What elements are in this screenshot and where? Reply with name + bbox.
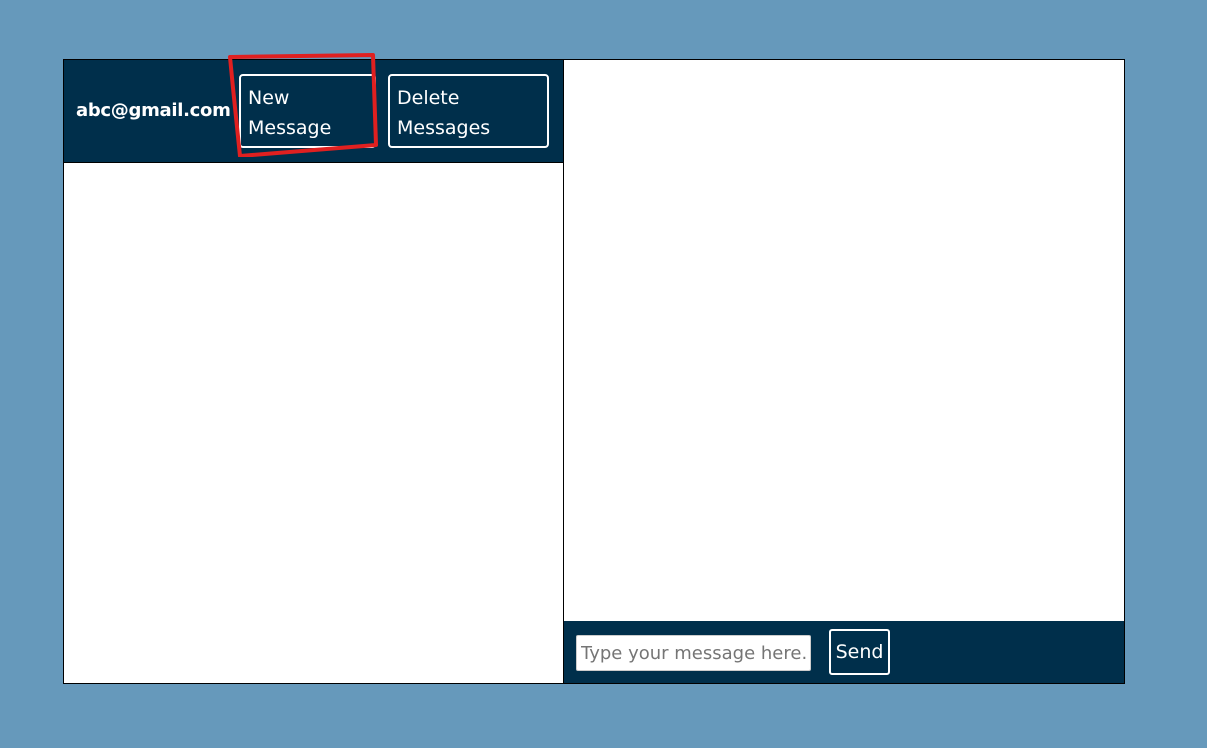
new-message-label-line1: New <box>248 87 290 109</box>
message-composer: Send <box>564 621 1124 683</box>
new-message-button[interactable]: New Message <box>239 74 376 148</box>
delete-messages-label-line2: Messages <box>397 117 491 139</box>
user-email: abc@gmail.com <box>76 100 231 121</box>
message-list[interactable] <box>64 163 563 683</box>
conversation-pane: abc@gmail.com New Message Delete Message… <box>64 60 564 683</box>
chat-messages-area[interactable] <box>564 60 1124 621</box>
delete-messages-button[interactable]: Delete Messages <box>388 74 549 148</box>
chat-pane: Send <box>564 60 1124 683</box>
chat-app-window: abc@gmail.com New Message Delete Message… <box>63 59 1125 684</box>
new-message-label-line2: Message <box>248 117 332 139</box>
message-input[interactable] <box>576 635 811 671</box>
conversation-header: abc@gmail.com New Message Delete Message… <box>64 60 563 163</box>
send-button[interactable]: Send <box>829 629 890 675</box>
delete-messages-label-line1: Delete <box>397 87 460 109</box>
